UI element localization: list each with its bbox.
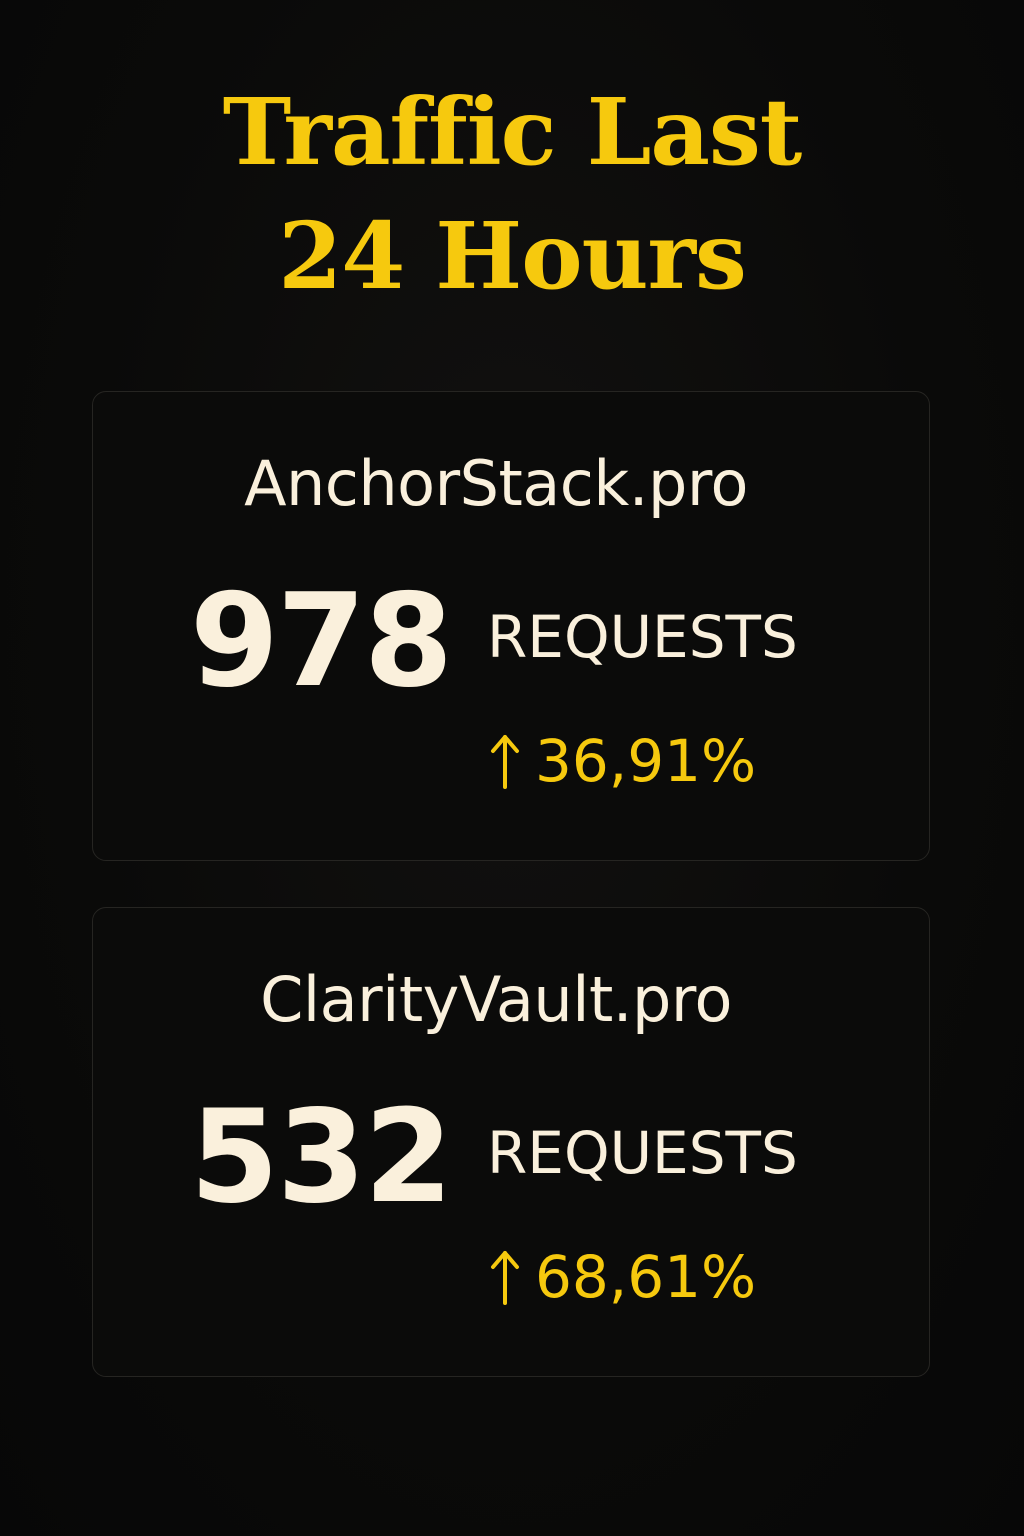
request-count: 978: [189, 567, 453, 716]
traffic-card-anchorstack[interactable]: AnchorStack.pro 978 REQUESTS 36,91%: [92, 391, 930, 861]
request-unit-label: REQUESTS: [487, 603, 798, 671]
card-domain: ClarityVault.pro: [260, 963, 732, 1036]
change-indicator: 36,91%: [489, 726, 756, 796]
page-title: Traffic Last 24 Hours: [0, 70, 1024, 318]
card-domain: AnchorStack.pro: [244, 447, 748, 520]
arrow-up-icon: [491, 735, 519, 789]
page-title-line-2: 24 Hours: [278, 202, 747, 310]
change-percent: 68,61%: [535, 1243, 757, 1311]
arrow-up-icon: [491, 1251, 519, 1305]
request-unit-label: REQUESTS: [487, 1119, 798, 1187]
change-percent: 36,91%: [535, 727, 757, 795]
traffic-card-clarityvault[interactable]: ClarityVault.pro 532 REQUESTS 68,61%: [92, 907, 930, 1377]
page-title-line-1: Traffic Last: [222, 78, 803, 186]
change-indicator: 68,61%: [489, 1242, 756, 1312]
request-count: 532: [189, 1083, 453, 1232]
